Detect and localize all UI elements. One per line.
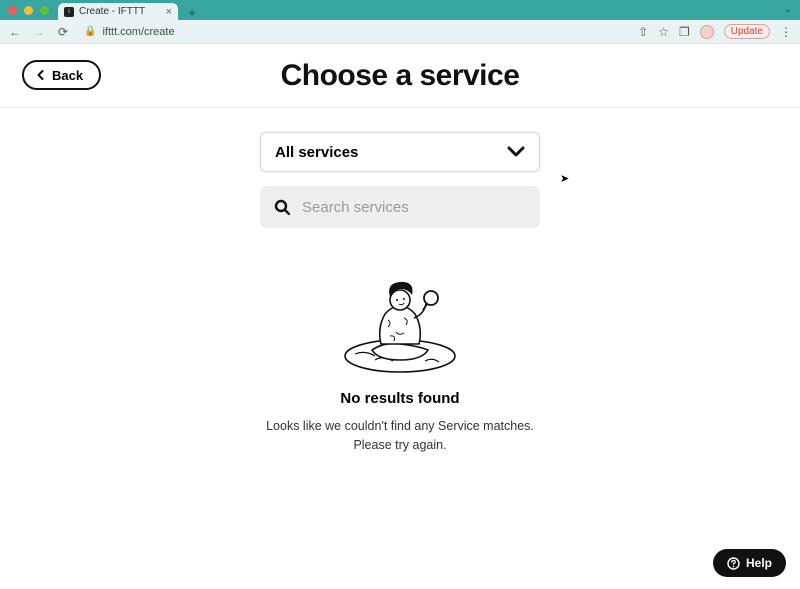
tab-close-icon[interactable]: × bbox=[166, 6, 172, 18]
back-button-label: Back bbox=[52, 68, 83, 83]
service-filter-selected: All services bbox=[275, 144, 358, 161]
nav-back-button[interactable]: ← bbox=[8, 25, 22, 39]
controls: All services bbox=[260, 132, 540, 228]
address-bar[interactable]: 🔒 ifttt.com/create bbox=[80, 26, 628, 38]
chevron-left-icon bbox=[36, 70, 46, 80]
window-controls bbox=[8, 6, 49, 15]
window-dropdown-icon[interactable]: ⌄ bbox=[784, 4, 792, 15]
profile-avatar[interactable] bbox=[700, 25, 714, 39]
url-text: ifttt.com/create bbox=[102, 26, 174, 38]
browser-tab-active[interactable]: i Create - IFTTT × bbox=[58, 3, 178, 20]
service-filter-dropdown[interactable]: All services bbox=[260, 132, 540, 172]
empty-state-illustration bbox=[330, 264, 470, 374]
help-button[interactable]: Help bbox=[713, 549, 786, 577]
back-button[interactable]: Back bbox=[22, 60, 101, 90]
new-tab-button[interactable]: + bbox=[184, 4, 200, 20]
browser-toolbar: ← → ⟳ 🔒 ifttt.com/create ⇧ ☆ ❐ Update ⋮ bbox=[0, 20, 800, 44]
extensions-icon[interactable]: ❐ bbox=[679, 25, 690, 39]
browser-update-button[interactable]: Update bbox=[724, 24, 770, 39]
empty-state-line2: Please try again. bbox=[190, 436, 610, 455]
window-minimize-button[interactable] bbox=[24, 6, 33, 15]
help-label: Help bbox=[746, 556, 772, 570]
tab-title: Create - IFTTT bbox=[79, 6, 161, 17]
empty-state-line1: Looks like we couldn't find any Service … bbox=[190, 417, 610, 436]
browser-tabs: i Create - IFTTT × + bbox=[58, 3, 200, 20]
window-zoom-button[interactable] bbox=[40, 6, 49, 15]
page-header: Back Choose a service bbox=[0, 44, 800, 108]
menu-icon[interactable]: ⋮ bbox=[780, 25, 792, 39]
tab-favicon-icon: i bbox=[64, 7, 74, 17]
window-close-button[interactable] bbox=[8, 6, 17, 15]
bookmark-icon[interactable]: ☆ bbox=[658, 25, 669, 39]
search-input[interactable] bbox=[302, 199, 526, 216]
nav-reload-button[interactable]: ⟳ bbox=[56, 25, 70, 39]
empty-state-title: No results found bbox=[190, 390, 610, 407]
lock-icon: 🔒 bbox=[84, 26, 96, 37]
toolbar-right: ⇧ ☆ ❐ Update ⋮ bbox=[638, 24, 792, 39]
page-title: Choose a service bbox=[281, 59, 520, 93]
os-titlebar: i Create - IFTTT × + ⌄ bbox=[0, 0, 800, 20]
chevron-down-icon bbox=[507, 146, 525, 158]
page: Back Choose a service All services bbox=[0, 44, 800, 589]
search-icon bbox=[274, 199, 290, 215]
help-icon bbox=[727, 557, 740, 570]
mouse-cursor-icon: ➤ bbox=[560, 172, 569, 185]
share-icon[interactable]: ⇧ bbox=[638, 25, 648, 39]
empty-state: No results found Looks like we couldn't … bbox=[190, 264, 610, 455]
nav-forward-button[interactable]: → bbox=[32, 25, 46, 39]
search-box[interactable] bbox=[260, 186, 540, 228]
